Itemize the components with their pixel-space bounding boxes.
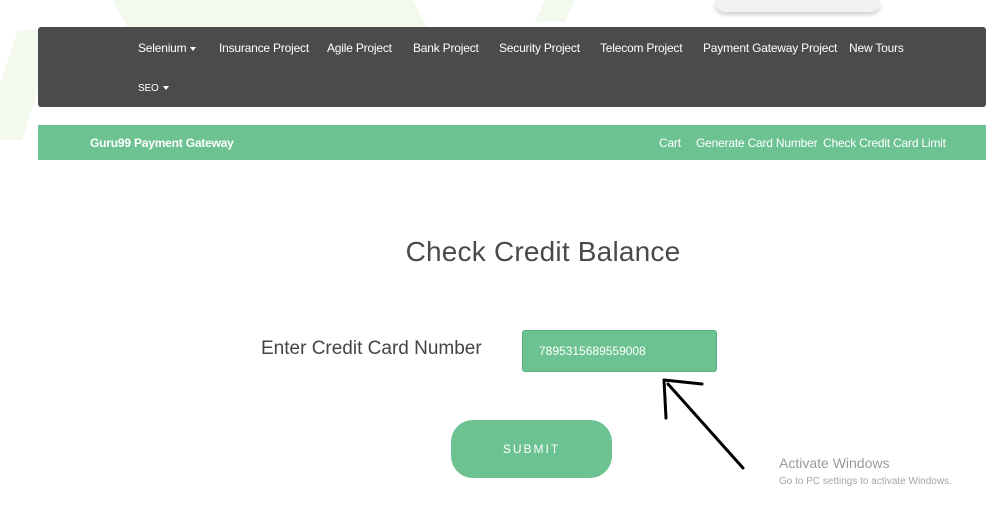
submit-button[interactable]: SUBMIT [451, 420, 612, 478]
background-watermark-shape [534, 0, 576, 22]
page-title: Check Credit Balance [405, 236, 681, 267]
nav-item-agile-project[interactable]: Agile Project [327, 41, 392, 55]
nav-item-label: Selenium [138, 41, 187, 55]
nav-item-label: SEO [138, 83, 159, 94]
payment-gateway-subnav: Guru99 Payment Gateway Cart Generate Car… [38, 125, 986, 160]
card-number-label: Enter Credit Card Number [261, 338, 482, 359]
caret-down-icon [190, 46, 197, 51]
subnav-link-generate-card-number[interactable]: Generate Card Number [696, 136, 818, 150]
subnav-link-check-credit-card-limit[interactable]: Check Credit Card Limit [823, 136, 946, 150]
subnav-link-cart[interactable]: Cart [659, 136, 681, 150]
top-dropdown-shadow [715, 0, 880, 12]
card-number-input[interactable] [522, 330, 717, 372]
nav-item-payment-gateway-project[interactable]: Payment Gateway Project [703, 41, 837, 55]
hand-drawn-arrow-annotation [662, 378, 745, 470]
activate-windows-title: Activate Windows [779, 455, 890, 471]
brand-link[interactable]: Guru99 Payment Gateway [90, 136, 234, 150]
main-navbar: Selenium Insurance Project Agile Project… [38, 27, 986, 107]
activate-windows-subtitle: Go to PC settings to activate Windows. [779, 476, 952, 487]
nav-item-telecom-project[interactable]: Telecom Project [600, 41, 683, 55]
nav-item-security-project[interactable]: Security Project [499, 41, 580, 55]
nav-item-selenium[interactable]: Selenium [138, 41, 197, 55]
nav-item-insurance-project[interactable]: Insurance Project [219, 41, 309, 55]
nav-item-seo[interactable]: SEO [138, 82, 169, 96]
nav-item-bank-project[interactable]: Bank Project [413, 41, 479, 55]
nav-item-new-tours[interactable]: New Tours [849, 41, 904, 55]
caret-down-icon [162, 86, 169, 91]
background-watermark-shape [112, 0, 428, 28]
